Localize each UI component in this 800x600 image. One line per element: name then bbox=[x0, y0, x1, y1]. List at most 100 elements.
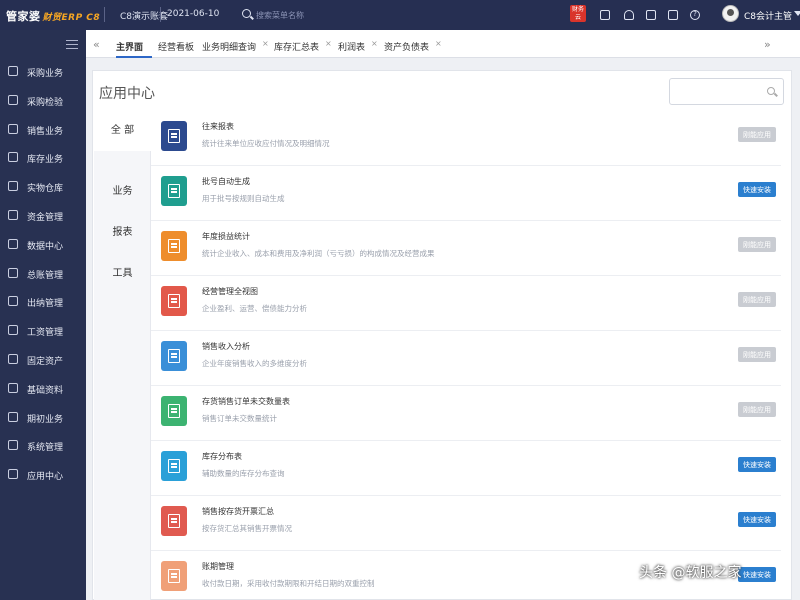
close-icon[interactable]: × bbox=[325, 39, 332, 48]
app-name[interactable]: 批号自动生成 bbox=[202, 176, 250, 187]
sidebar-item[interactable]: 销售业务 bbox=[0, 118, 86, 140]
sidebar-item[interactable]: 工资管理 bbox=[0, 319, 86, 341]
sidebar-item[interactable]: 实物仓库 bbox=[0, 175, 86, 197]
sidebar-item[interactable]: 系统管理 bbox=[0, 434, 86, 456]
sidebar-item[interactable]: 库存业务 bbox=[0, 146, 86, 168]
app-name[interactable]: 销售按存货开票汇总 bbox=[202, 506, 274, 517]
app-name[interactable]: 库存分布表 bbox=[202, 451, 242, 462]
app-icon[interactable] bbox=[161, 561, 187, 591]
install-button[interactable]: 快速安装 bbox=[738, 182, 776, 197]
app-icon[interactable] bbox=[161, 451, 187, 481]
open-app-button[interactable]: 刚能应用 bbox=[738, 237, 776, 252]
calendar-icon bbox=[8, 411, 18, 422]
warehouse-icon bbox=[8, 181, 18, 192]
menu-collapse-icon[interactable] bbox=[66, 40, 78, 49]
grid-icon bbox=[8, 382, 18, 393]
install-button[interactable]: 快速安装 bbox=[738, 567, 776, 582]
sidebar-item[interactable]: 采购业务 bbox=[0, 60, 86, 82]
category-item[interactable]: 业务 bbox=[94, 172, 151, 212]
app-row: 往来报表统计往来单位应收应付情况及明细情况 刚能应用 bbox=[151, 111, 781, 166]
divider bbox=[160, 7, 161, 22]
install-button[interactable]: 快速安装 bbox=[738, 512, 776, 527]
calendar-icon[interactable] bbox=[600, 10, 610, 20]
app-icon[interactable] bbox=[161, 341, 187, 371]
open-app-button[interactable]: 刚能应用 bbox=[738, 347, 776, 362]
app-icon[interactable] bbox=[161, 121, 187, 151]
app-name[interactable]: 存货销售订单未交数量表 bbox=[202, 396, 290, 407]
menu-search[interactable] bbox=[238, 7, 378, 23]
document-icon bbox=[168, 459, 180, 473]
app-row: 批号自动生成用于批号按规则自动生成 快速安装 bbox=[151, 166, 781, 221]
sidebar-item[interactable]: 资金管理 bbox=[0, 204, 86, 226]
monitor-icon bbox=[8, 238, 18, 249]
category-item[interactable]: 全 部 bbox=[94, 111, 152, 151]
sidebar-item[interactable]: 采购检验 bbox=[0, 89, 86, 111]
close-icon[interactable]: × bbox=[262, 39, 269, 48]
chevron-down-icon bbox=[794, 11, 800, 16]
document-icon bbox=[168, 569, 180, 583]
app-name[interactable]: 销售收入分析 bbox=[202, 341, 250, 352]
app-icon[interactable] bbox=[161, 396, 187, 426]
tab-label: 利润表 bbox=[338, 43, 366, 53]
tab-scroll-left-icon[interactable]: « bbox=[93, 38, 100, 51]
app-description: 收付款日期，采用收付款期限和开结日期的双重控制 bbox=[202, 579, 375, 588]
app-name[interactable]: 年度损益统计 bbox=[202, 231, 250, 242]
home-icon bbox=[8, 440, 18, 451]
tab-bar: « 主界面 经营看板 业务明细查询 × 库存汇总表 × 利润表 × 资产负债表 × » bbox=[86, 30, 800, 58]
top-bar: 管家婆财贸ERP C8 C8演示账套 2021-06-10 财务云 ? C8会计… bbox=[0, 0, 800, 30]
finance-cloud-badge[interactable]: 财务云 bbox=[570, 5, 586, 22]
salary-icon bbox=[8, 325, 18, 336]
app-name[interactable]: 往来报表 bbox=[202, 121, 234, 132]
app-row: 经营管理全视图 企业盈利、运营、偿债能力分析 刚能应用 bbox=[151, 276, 781, 331]
app-icon[interactable] bbox=[161, 286, 187, 316]
sidebar-item-label: 库存业务 bbox=[27, 155, 64, 166]
sidebar-item-label: 出纳管理 bbox=[27, 299, 64, 310]
cart-check-icon bbox=[8, 94, 18, 105]
tab-label: 业务明细查询 bbox=[202, 43, 257, 53]
tab-label: 库存汇总表 bbox=[274, 43, 320, 53]
app-search[interactable] bbox=[669, 78, 784, 105]
install-button[interactable]: 快速安装 bbox=[738, 457, 776, 472]
clipboard-icon[interactable] bbox=[668, 10, 678, 20]
sidebar-item[interactable]: 数据中心 bbox=[0, 233, 86, 255]
app-icon[interactable] bbox=[161, 231, 187, 261]
category-item[interactable]: 工具 bbox=[94, 254, 151, 294]
tab-scroll-right-icon[interactable]: » bbox=[764, 38, 771, 51]
app-description: 按存货汇总其销售开票情况 bbox=[202, 524, 292, 533]
category-item[interactable]: 报表 bbox=[94, 213, 151, 253]
app-name[interactable]: 经营管理全视图 bbox=[202, 286, 258, 297]
open-app-button[interactable]: 刚能应用 bbox=[738, 127, 776, 142]
sidebar-item-label: 采购业务 bbox=[27, 69, 64, 79]
help-icon[interactable]: ? bbox=[690, 10, 700, 20]
sidebar-item[interactable]: 期初业务 bbox=[0, 406, 86, 428]
cashier-icon bbox=[8, 296, 18, 307]
sidebar-item[interactable]: 总账管理 bbox=[0, 262, 86, 284]
search-icon[interactable] bbox=[767, 87, 775, 95]
divider bbox=[104, 7, 105, 22]
message-icon[interactable] bbox=[646, 10, 656, 20]
app-description: 统计企业收入、成本和费用及净利润（亏亏损）的构成情况及经营成果 bbox=[202, 249, 435, 258]
open-app-button[interactable]: 刚能应用 bbox=[738, 292, 776, 307]
sidebar-item[interactable]: 固定资产 bbox=[0, 348, 86, 370]
apps-icon bbox=[8, 469, 18, 480]
bell-icon[interactable] bbox=[624, 10, 634, 20]
app-row: 年度损益统计统计企业收入、成本和费用及净利润（亏亏损）的构成情况及经营成果 刚能应… bbox=[151, 221, 781, 276]
close-icon[interactable]: × bbox=[435, 39, 442, 48]
app-description: 用于批号按规则自动生成 bbox=[202, 194, 285, 203]
app-logo[interactable]: 管家婆 财贸ERP C8 bbox=[6, 8, 100, 24]
menu-search-input[interactable] bbox=[256, 7, 376, 23]
tab[interactable]: 主界面 bbox=[116, 30, 152, 58]
sidebar-item[interactable]: 应用中心 bbox=[0, 463, 86, 485]
app-name[interactable]: 账期管理 bbox=[202, 561, 234, 572]
close-icon[interactable]: × bbox=[371, 39, 378, 48]
user-name: C8会计主管 bbox=[744, 12, 793, 22]
app-icon[interactable] bbox=[161, 506, 187, 536]
app-search-input[interactable] bbox=[674, 83, 762, 101]
document-icon bbox=[168, 349, 180, 363]
sidebar-item-label: 工资管理 bbox=[27, 328, 64, 339]
open-app-button[interactable]: 刚能应用 bbox=[738, 402, 776, 417]
sidebar-item[interactable]: 基础资料 bbox=[0, 377, 86, 399]
app-description: 统计往来单位应收应付情况及明细情况 bbox=[202, 139, 330, 148]
app-icon[interactable] bbox=[161, 176, 187, 206]
sidebar-item[interactable]: 出纳管理 bbox=[0, 290, 86, 312]
